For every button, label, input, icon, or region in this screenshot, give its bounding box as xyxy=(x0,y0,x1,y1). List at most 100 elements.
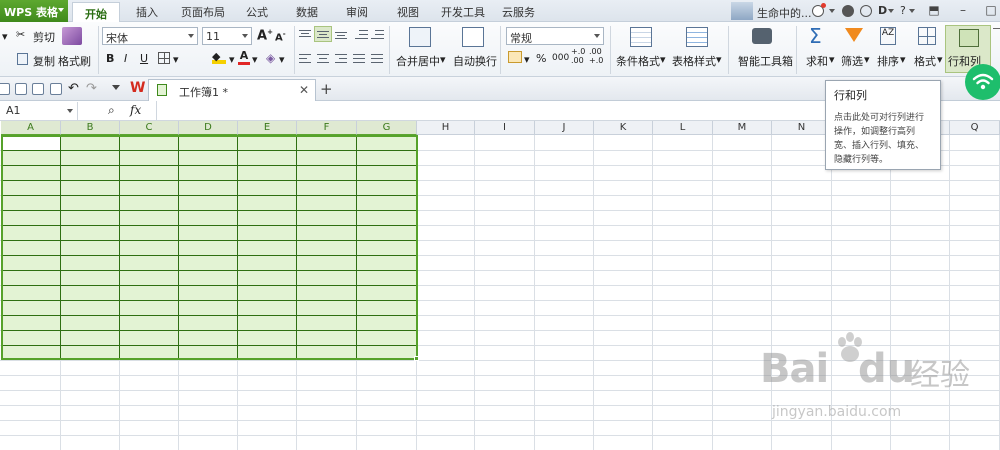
borders-icon[interactable] xyxy=(158,52,170,64)
undo-icon[interactable]: ↶ xyxy=(68,81,79,96)
increase-indent-icon[interactable] xyxy=(370,28,384,40)
chevron-down-icon[interactable] xyxy=(909,9,915,13)
sum-icon[interactable]: Σ xyxy=(809,24,822,48)
wrap-text-button[interactable]: 自动换行 xyxy=(453,53,497,69)
tab-review[interactable]: 审阅 xyxy=(346,4,368,22)
chevron-down-icon[interactable] xyxy=(888,9,894,13)
export-pdf-icon[interactable] xyxy=(15,83,27,95)
thousands-button[interactable]: 000 xyxy=(552,53,569,63)
chevron-down-icon[interactable]: ▾ xyxy=(900,53,906,66)
font-name-select[interactable]: 宋体 xyxy=(102,27,198,45)
chevron-down-icon[interactable]: ▾ xyxy=(279,53,285,66)
currency-icon[interactable] xyxy=(508,51,522,63)
chevron-down-icon[interactable]: ▾ xyxy=(173,53,179,66)
skin-icon[interactable] xyxy=(842,5,854,17)
align-middle-button[interactable] xyxy=(314,26,332,42)
column-header-h[interactable]: H xyxy=(417,121,475,135)
chevron-down-icon[interactable]: ▾ xyxy=(660,53,666,66)
name-box[interactable]: A1 xyxy=(0,102,78,120)
app-menu-button[interactable]: WPS 表格 xyxy=(0,0,68,22)
new-tab-icon[interactable]: + xyxy=(320,80,333,98)
zoom-search-icon[interactable]: ⌕ xyxy=(108,103,115,118)
column-header-g[interactable]: G xyxy=(357,121,417,135)
copy-icon[interactable] xyxy=(17,53,28,65)
chevron-down-icon[interactable]: ▾ xyxy=(864,53,870,66)
user-name[interactable]: 生命中的... xyxy=(757,5,812,21)
settings-icon[interactable] xyxy=(860,5,872,17)
sum-button[interactable]: 求和 xyxy=(806,53,828,69)
column-header-e[interactable]: E xyxy=(238,121,297,135)
increase-font-icon[interactable]: A+ xyxy=(257,28,273,43)
fill-color-icon[interactable]: ◆ xyxy=(212,50,226,64)
align-top-icon[interactable] xyxy=(298,28,312,40)
conditional-format-button[interactable]: 条件格式 xyxy=(616,53,660,69)
format-button[interactable]: 格式 xyxy=(914,53,936,69)
tab-insert[interactable]: 插入 xyxy=(136,4,158,22)
tab-developer[interactable]: 开发工具 xyxy=(441,4,485,22)
fx-button[interactable]: fx xyxy=(130,103,141,117)
merge-center-icon[interactable] xyxy=(409,27,431,47)
column-header-a[interactable]: A xyxy=(1,121,61,135)
toolbox-icon[interactable] xyxy=(752,28,772,44)
chevron-down-icon[interactable] xyxy=(829,9,835,13)
decrease-font-icon[interactable]: A- xyxy=(275,30,286,43)
justify-icon[interactable] xyxy=(352,52,366,64)
document-tab[interactable]: 工作簿1 * ✕ xyxy=(148,79,316,101)
font-color-icon[interactable]: A xyxy=(238,49,250,65)
avatar[interactable] xyxy=(731,2,753,20)
column-header-n[interactable]: N xyxy=(772,121,832,135)
filter-icon[interactable] xyxy=(845,28,863,42)
underline-button[interactable]: U xyxy=(140,52,148,65)
minimize-icon[interactable]: – xyxy=(956,4,970,18)
column-header-j[interactable]: J xyxy=(535,121,594,135)
decrease-decimal-button[interactable]: .00 +.0 xyxy=(589,47,603,65)
column-header-c[interactable]: C xyxy=(120,121,179,135)
filter-button[interactable]: 筛选 xyxy=(841,53,863,69)
paste-dropdown-icon[interactable]: ▾ xyxy=(2,30,8,43)
align-bottom-icon[interactable] xyxy=(334,28,348,40)
cut-button[interactable]: 剪切 xyxy=(33,29,55,45)
distributed-align-icon[interactable] xyxy=(370,52,384,64)
wifi-icon[interactable] xyxy=(965,64,1000,100)
merge-center-button[interactable]: 合并居中 xyxy=(396,53,440,69)
copy-button[interactable]: 复制 xyxy=(33,53,55,69)
format-painter-icon[interactable] xyxy=(62,27,82,45)
close-icon[interactable]: ✕ xyxy=(299,83,309,97)
increase-decimal-button[interactable]: +.0 .00 xyxy=(571,47,585,65)
wrap-text-icon[interactable] xyxy=(462,27,484,47)
decrease-indent-icon[interactable] xyxy=(354,28,368,40)
bold-button[interactable]: B xyxy=(106,52,114,65)
conditional-format-icon[interactable] xyxy=(630,27,652,47)
align-left-icon[interactable] xyxy=(298,52,312,64)
fill-handle[interactable] xyxy=(414,356,419,361)
column-header-f[interactable]: F xyxy=(297,121,357,135)
percent-button[interactable]: % xyxy=(536,52,546,65)
smart-toolbox-button[interactable]: 智能工具箱 xyxy=(738,53,793,69)
tab-view[interactable]: 视图 xyxy=(397,4,419,22)
tab-formulas[interactable]: 公式 xyxy=(246,4,268,22)
wps-logo-icon[interactable]: W xyxy=(130,80,145,96)
restore-icon[interactable]: ⬒ xyxy=(927,4,941,18)
format-painter-button[interactable]: 格式刷 xyxy=(58,53,91,69)
clear-format-icon[interactable]: ◈ xyxy=(266,51,275,65)
tab-cloud[interactable]: 云服务 xyxy=(502,4,535,22)
chevron-down-icon[interactable]: ▾ xyxy=(716,53,722,66)
customize-dropdown-icon[interactable] xyxy=(112,85,120,90)
print-icon[interactable] xyxy=(32,83,44,95)
redo-icon[interactable]: ↷ xyxy=(86,81,97,96)
print-preview-icon[interactable] xyxy=(50,83,62,95)
tab-home[interactable]: 开始 xyxy=(72,2,120,23)
format-icon[interactable] xyxy=(918,27,936,45)
column-header-b[interactable]: B xyxy=(61,121,120,135)
sort-icon[interactable]: AZ xyxy=(880,27,896,45)
tab-data[interactable]: 数据 xyxy=(296,4,318,22)
column-header-q[interactable]: Q xyxy=(950,121,1000,135)
ribbon-more-icon[interactable] xyxy=(993,28,1000,29)
font-size-select[interactable]: 11 xyxy=(202,27,252,45)
table-style-icon[interactable] xyxy=(686,27,708,47)
scissors-icon[interactable]: ✂ xyxy=(16,28,28,41)
active-cell[interactable] xyxy=(3,137,60,150)
align-right-icon[interactable] xyxy=(334,52,348,64)
sort-button[interactable]: 排序 xyxy=(877,53,899,69)
chevron-down-icon[interactable]: ▾ xyxy=(229,53,235,66)
